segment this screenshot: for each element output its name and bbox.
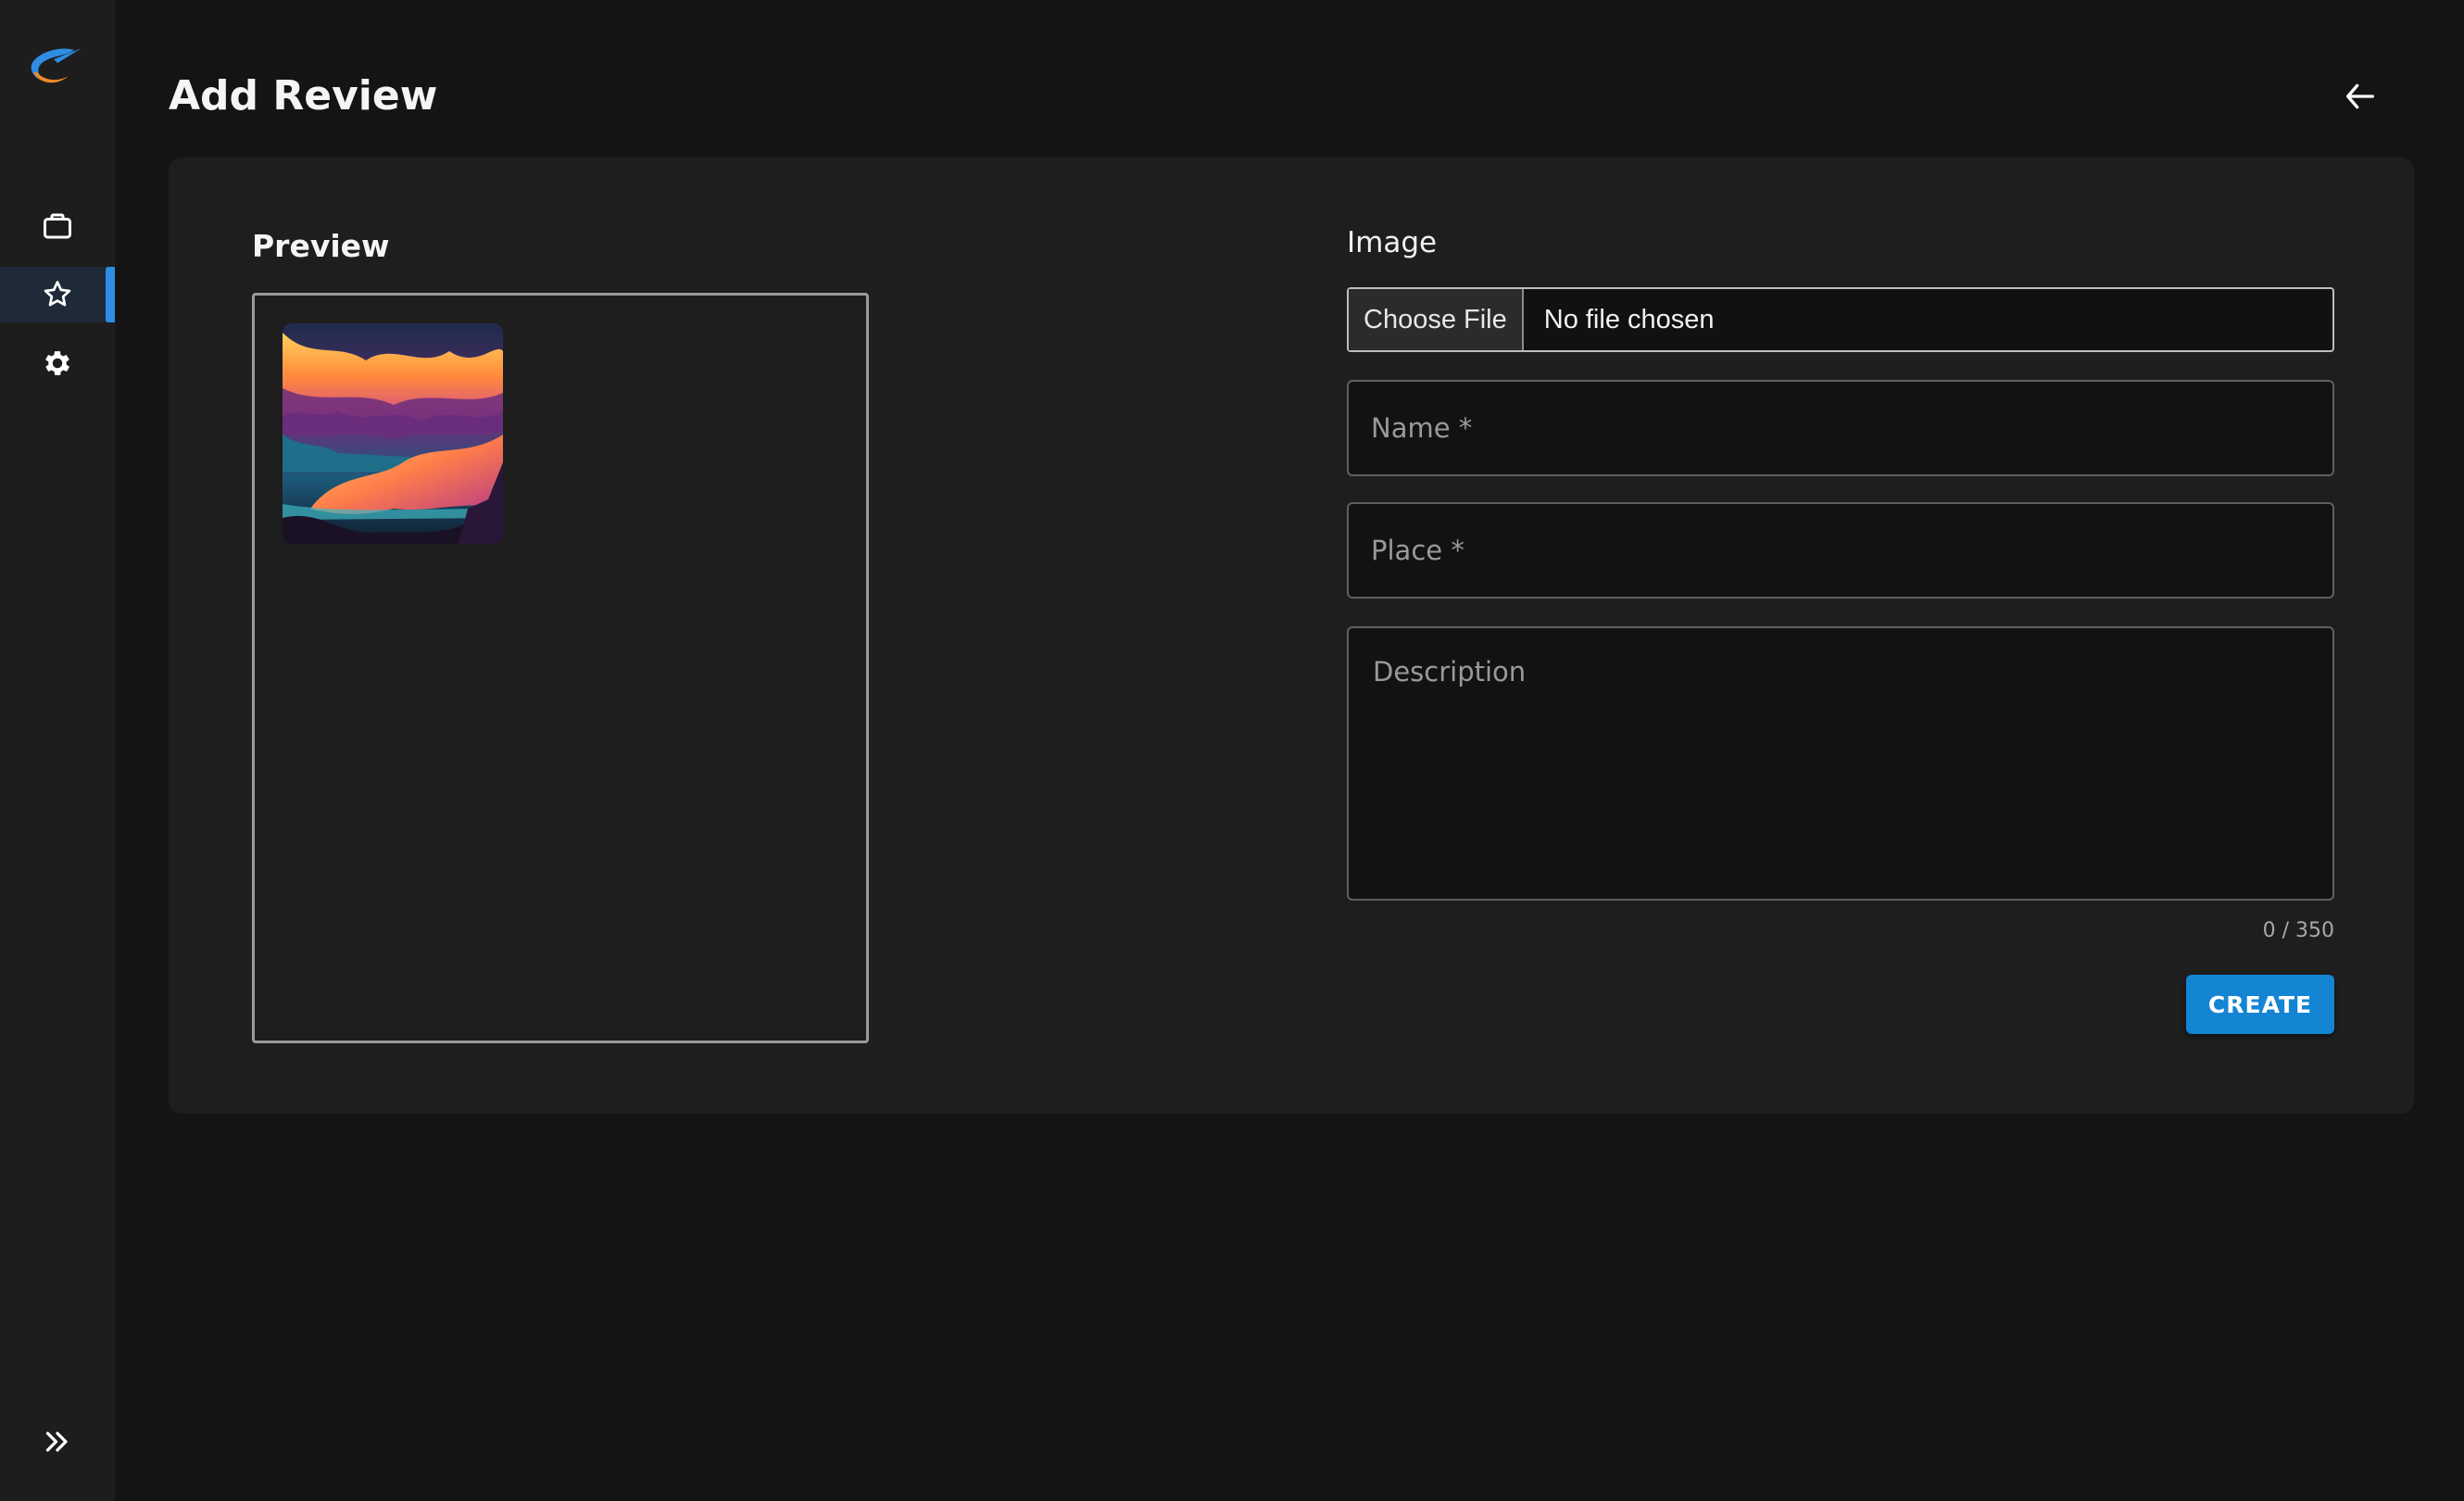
image-label: Image [1347, 226, 1438, 259]
arrow-left-icon [2346, 83, 2374, 109]
sidebar [0, 0, 115, 1501]
description-input[interactable] [1349, 628, 2332, 899]
logo-icon [31, 48, 82, 83]
sidebar-item-briefcase[interactable] [0, 198, 115, 254]
review-form-card: Preview Image Choose File No file chosen… [169, 158, 2414, 1114]
name-input[interactable] [1349, 382, 2332, 474]
sidebar-item-settings[interactable] [0, 335, 115, 391]
description-field[interactable] [1347, 626, 2334, 901]
file-input[interactable]: Choose File No file chosen [1347, 287, 2334, 352]
preview-title: Preview [252, 228, 390, 264]
create-button[interactable]: CREATE [2186, 975, 2334, 1034]
star-icon [44, 281, 71, 307]
character-counter: 0 / 350 [2262, 919, 2334, 942]
choose-file-button[interactable]: Choose File [1349, 289, 1524, 350]
preview-image [283, 323, 503, 544]
page-title: Add Review [169, 72, 438, 120]
name-field[interactable] [1347, 380, 2334, 476]
briefcase-icon [44, 213, 71, 239]
file-status: No file chosen [1543, 304, 1715, 334]
place-field[interactable] [1347, 502, 2334, 599]
gear-icon [45, 351, 70, 375]
preview-box [252, 293, 869, 1043]
place-input[interactable] [1349, 504, 2332, 597]
chevrons-right-icon [45, 1432, 68, 1452]
app-logo[interactable] [26, 41, 87, 96]
expand-sidebar-button[interactable] [41, 1425, 74, 1458]
preview-thumbnail-image [283, 323, 503, 544]
back-button[interactable] [2342, 78, 2379, 115]
sidebar-item-reviews[interactable] [0, 267, 115, 322]
